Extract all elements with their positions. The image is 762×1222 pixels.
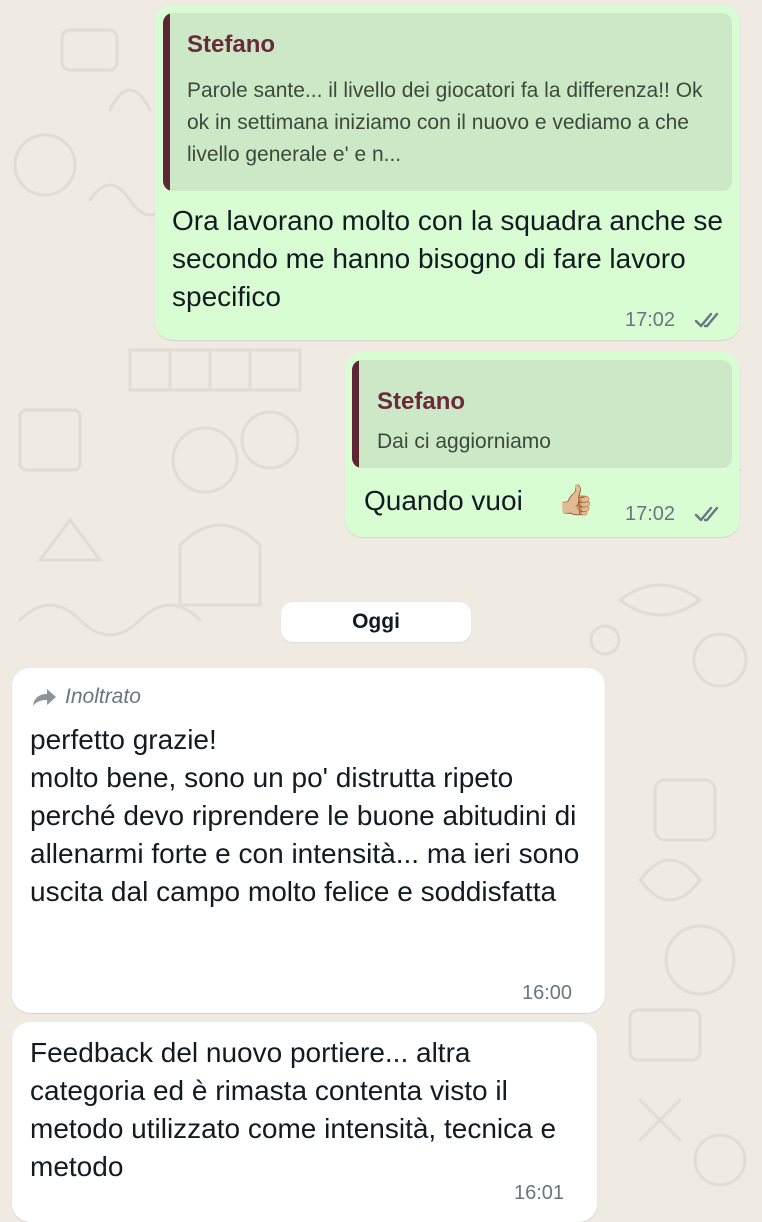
quote-sender-name: Stefano <box>187 31 276 58</box>
quote-text: Parole sante... il livello dei giocatori… <box>187 79 703 166</box>
read-receipt-icon <box>694 506 719 522</box>
message-text: Feedback del nuovo portiere... altra cat… <box>30 1037 557 1182</box>
message-time: 16:00 <box>522 982 573 1004</box>
quoted-message[interactable]: Stefano Dai ci aggiorniamo <box>352 360 732 468</box>
message-bubble-outgoing[interactable]: Stefano Dai ci aggiorniamo Quando vuoi 👍… <box>345 352 740 537</box>
quote-accent-bar <box>163 13 170 191</box>
message-text: Quando vuoi <box>364 485 523 516</box>
forwarded-label: Inoltrato <box>65 685 141 708</box>
message-text: Ora lavorano molto con la squadra anche … <box>172 205 723 312</box>
quoted-message[interactable]: Stefano Parole sante... il livello dei g… <box>163 13 732 191</box>
day-separator: Oggi <box>281 602 471 642</box>
thumbs-up-emoji: 👍🏼 <box>557 484 595 517</box>
read-receipt-icon <box>694 312 719 328</box>
message-bubble-incoming[interactable]: Feedback del nuovo portiere... altra cat… <box>12 1022 597 1222</box>
message-bubble-incoming[interactable]: Inoltrato perfetto grazie! molto bene, s… <box>12 668 605 1013</box>
message-time: 17:02 <box>625 309 676 331</box>
quote-accent-bar <box>352 360 359 468</box>
message-time: 17:02 <box>625 503 676 525</box>
message-bubble-outgoing[interactable]: Stefano Parole sante... il livello dei g… <box>155 5 740 340</box>
quote-sender-name: Stefano <box>377 388 466 415</box>
quote-text: Dai ci aggiorniamo <box>377 430 551 453</box>
message-text: perfetto grazie! molto bene, sono un po'… <box>30 724 580 907</box>
forward-arrow-icon <box>33 689 56 706</box>
message-time: 16:01 <box>514 1182 565 1204</box>
